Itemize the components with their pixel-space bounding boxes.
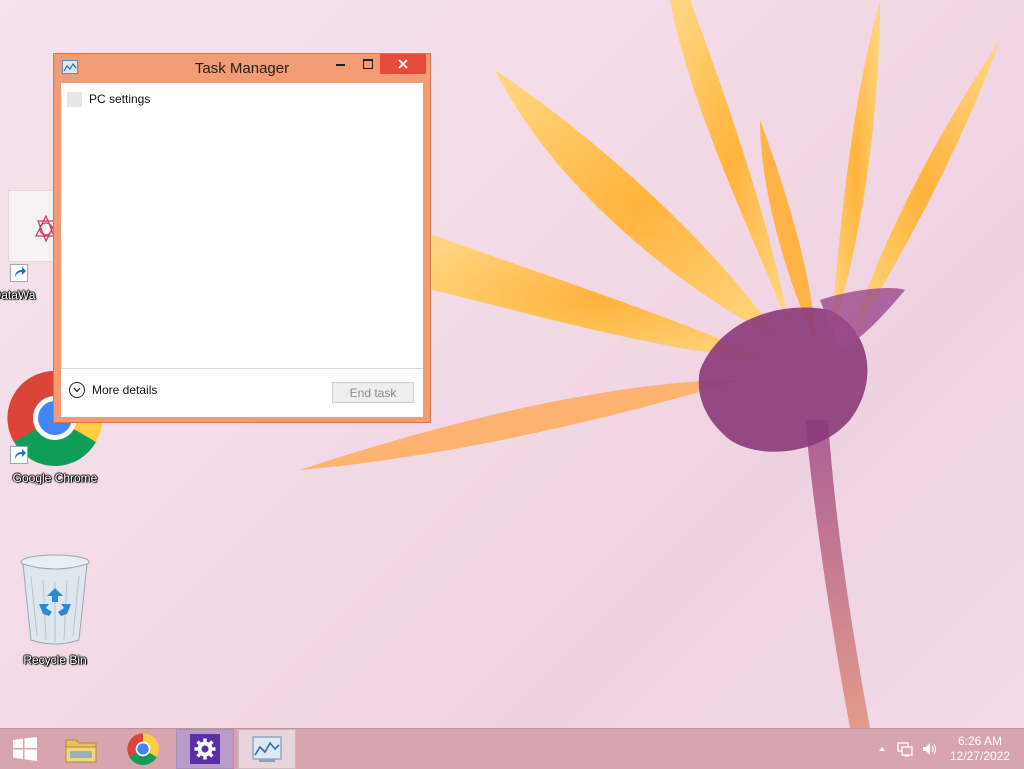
task-manager-client: PC settings More details End task (61, 83, 423, 417)
title-bar[interactable]: Task Manager (54, 54, 430, 82)
clock-time: 6:26 AM (957, 734, 1003, 748)
taskbar-pc-settings[interactable] (176, 729, 234, 769)
taskbar: 6:26 AM 12/27/2022 (0, 728, 1024, 769)
clock-date: 12/27/2022 (949, 749, 1011, 763)
end-task-button[interactable]: End task (332, 382, 414, 403)
folder-icon (65, 739, 97, 763)
shortcut-arrow-icon (10, 446, 28, 464)
windows-logo-icon (13, 737, 37, 761)
task-manager-window[interactable]: Task Manager PC settings More details En (53, 53, 431, 423)
pc-settings-icon (67, 91, 82, 107)
close-button[interactable] (380, 54, 426, 74)
taskbar-task-manager[interactable] (238, 729, 296, 769)
maximize-icon (363, 59, 373, 69)
app-name: PC settings (89, 92, 151, 106)
show-hidden-icons-button[interactable] (874, 729, 890, 769)
start-button[interactable] (0, 729, 50, 769)
minimize-icon (335, 64, 345, 66)
volume-icon (923, 743, 937, 755)
chevron-down-icon (69, 382, 85, 398)
minimize-button[interactable] (326, 54, 354, 74)
clock[interactable]: 6:26 AM 12/27/2022 (944, 734, 1016, 764)
maximize-button[interactable] (354, 54, 382, 74)
desktop-icon-label: Google Chrome (12, 471, 98, 485)
task-manager-icon (252, 736, 282, 762)
shortcut-arrow-icon (10, 264, 28, 282)
close-icon (398, 59, 408, 69)
show-hidden-icons-chevron (879, 747, 885, 751)
network-button[interactable] (895, 729, 917, 769)
desktop-icon-recycle-bin[interactable]: Recycle Bin (7, 552, 103, 670)
volume-button[interactable] (919, 729, 941, 769)
gear-icon (194, 738, 216, 760)
taskbar-chrome[interactable] (114, 729, 172, 769)
app-list-item[interactable]: PC settings (67, 90, 150, 108)
recycle-bin-icon (19, 552, 91, 648)
chrome-icon (127, 733, 159, 765)
more-details-button[interactable]: More details (69, 382, 157, 398)
task-manager-footer: More details End task (61, 368, 423, 417)
network-icon (897, 742, 913, 757)
more-details-label: More details (92, 383, 158, 397)
desktop-icon-label: Recycle Bin (23, 653, 87, 667)
taskbar-file-explorer[interactable] (52, 729, 110, 769)
